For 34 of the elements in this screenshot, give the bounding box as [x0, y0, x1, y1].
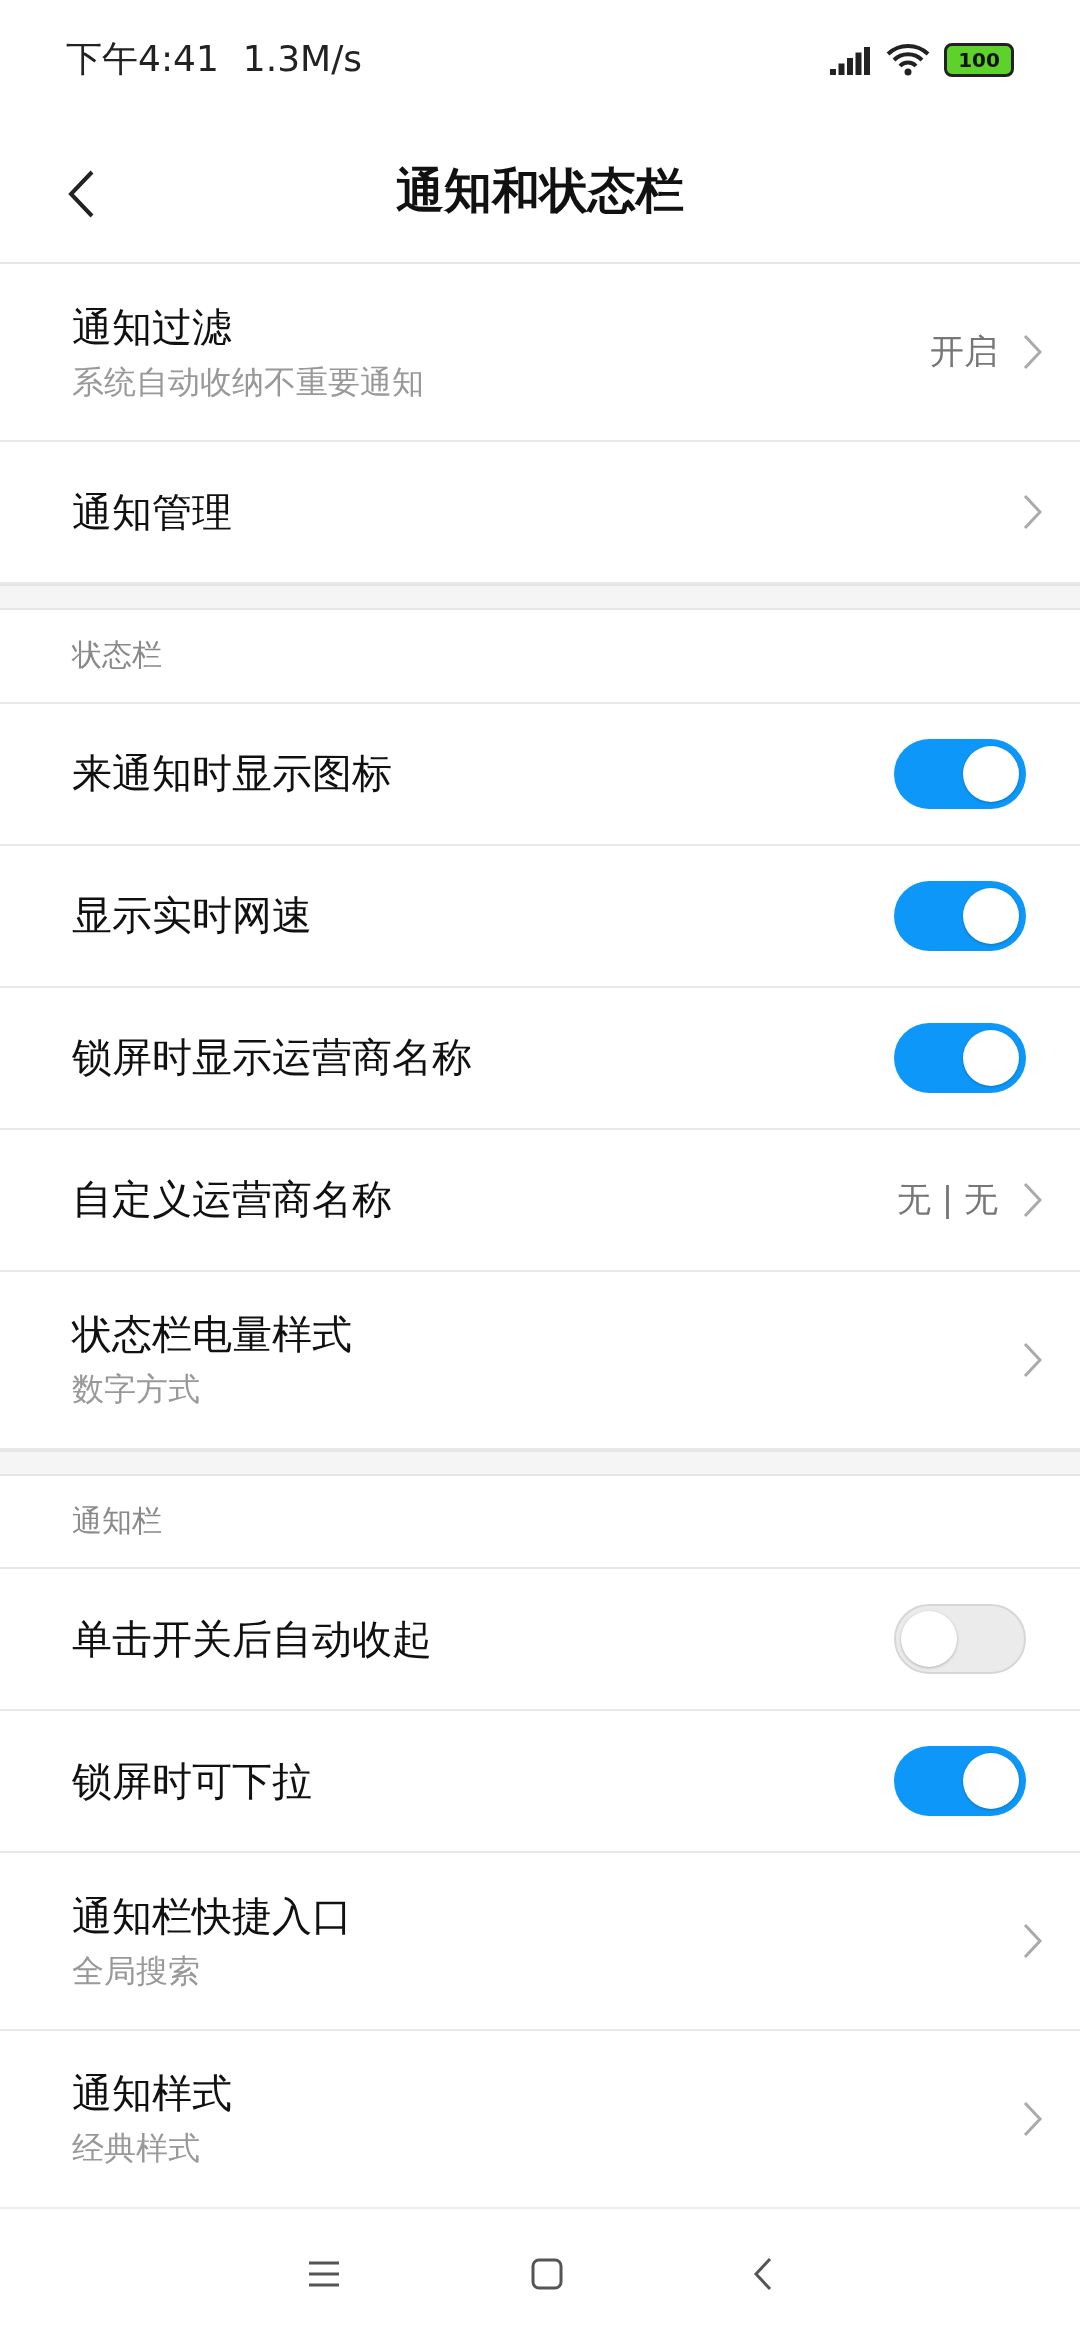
setting-subtitle: 全局搜索 — [72, 1950, 201, 1992]
setting-label[interactable]: 锁屏时可下拉 — [72, 1753, 894, 1809]
section-header: 通知栏 — [72, 1501, 162, 1540]
setting-value: 无 | 无 — [896, 1177, 998, 1221]
setting-label[interactable]: 锁屏时显示运营商名称 — [72, 1030, 894, 1086]
battery-indicator: 100 — [944, 42, 1014, 77]
home-icon[interactable] — [531, 2258, 563, 2291]
setting-subtitle: 系统自动收纳不重要通知 — [72, 361, 425, 403]
setting-label[interactable]: 自定义运营商名称 — [72, 1172, 897, 1228]
setting-label[interactable]: 单击开关后自动收起 — [72, 1611, 894, 1667]
setting-label[interactable]: 通知样式 — [72, 2066, 1022, 2122]
network-speed: 1.3M/s — [242, 38, 363, 80]
chevron-right-icon — [1022, 333, 1044, 372]
setting-subtitle: 数字方式 — [72, 1369, 201, 1411]
setting-subtitle: 经典样式 — [72, 2128, 201, 2170]
chevron-right-icon — [1022, 1180, 1044, 1219]
page-title: 通知和状态栏 — [396, 160, 684, 220]
section-header: 状态栏 — [72, 636, 162, 675]
setting-label[interactable]: 通知过滤 — [72, 299, 930, 355]
chevron-right-icon — [1022, 1922, 1044, 1961]
setting-label[interactable]: 显示实时网速 — [72, 888, 894, 944]
setting-label[interactable]: 通知栏快捷入口 — [72, 1888, 1022, 1944]
setting-label[interactable]: 来通知时显示图标 — [72, 746, 894, 802]
setting-value: 开启 — [930, 330, 998, 374]
back-icon[interactable] — [753, 2257, 773, 2292]
signal-icon — [830, 44, 872, 75]
wifi-icon — [886, 42, 930, 77]
menu-icon[interactable] — [307, 2260, 341, 2289]
setting-label[interactable]: 状态栏电量样式 — [72, 1307, 1022, 1363]
chevron-right-icon — [1022, 1340, 1044, 1379]
chevron-right-icon — [1022, 493, 1044, 532]
status-time: 下午4:41 — [66, 38, 219, 80]
setting-label[interactable]: 通知管理 — [72, 484, 1022, 540]
chevron-right-icon — [1022, 2099, 1044, 2138]
